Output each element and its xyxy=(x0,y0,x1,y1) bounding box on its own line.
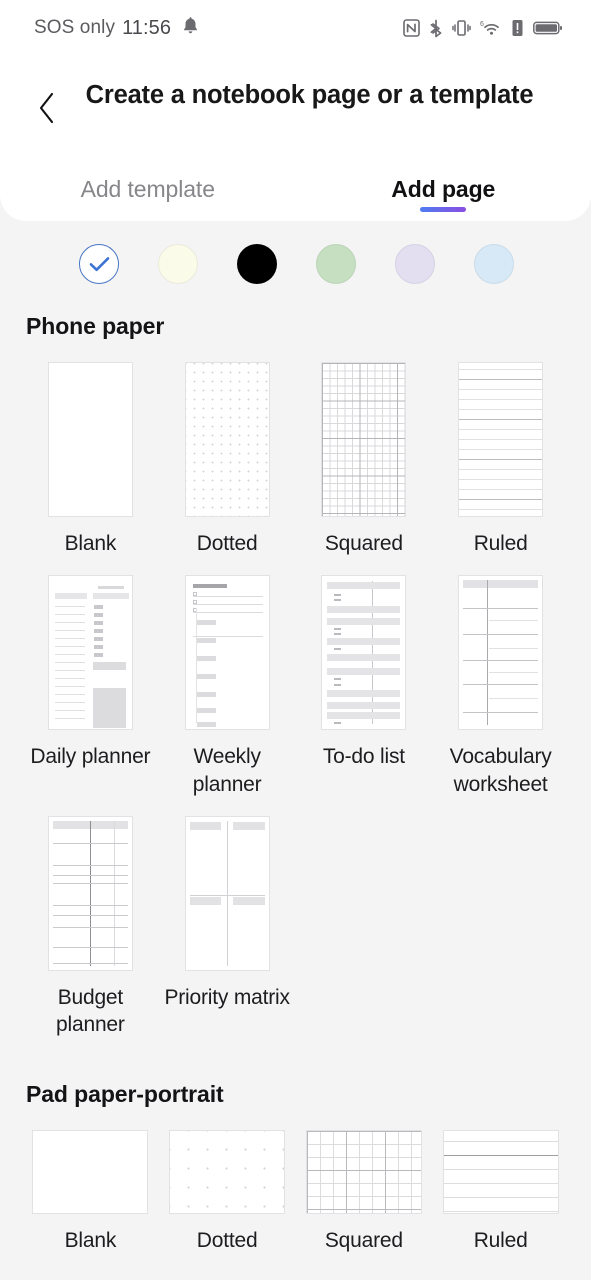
pad-template-item-squared[interactable]: Squared xyxy=(296,1130,433,1268)
carrier-label: SOS only xyxy=(34,17,116,38)
pad-template-thumbnail-blank xyxy=(32,1130,149,1215)
template-thumbnail-ruled xyxy=(458,362,544,517)
pad-template-label-ruled: Ruled xyxy=(473,1229,528,1253)
wifi-6-icon: 6 xyxy=(480,19,502,37)
template-thumbnail-dotted xyxy=(184,362,270,517)
template-item-blank[interactable]: Blank xyxy=(22,362,159,571)
template-label-weekly-planner: Weekly planner xyxy=(192,745,262,796)
color-swatch-green[interactable] xyxy=(316,244,356,284)
template-thumbnail-priority-matrix xyxy=(184,815,270,971)
color-swatch-black[interactable] xyxy=(237,244,277,284)
tab-add-page[interactable]: Add page xyxy=(296,170,591,221)
template-grid-pad-paper-portrait: Blank Dotted Squared Ruled xyxy=(0,1108,591,1268)
header-top-row: Create a notebook page or a template xyxy=(0,74,591,150)
pad-template-item-ruled[interactable]: Ruled xyxy=(432,1130,569,1268)
template-label-budget-planner: Budget planner xyxy=(56,985,125,1037)
color-swatch-light-blue[interactable] xyxy=(474,244,514,284)
section-title-pad-paper-portrait: Pad paper-portrait xyxy=(26,1081,224,1108)
header-card: Create a notebook page or a template Add… xyxy=(0,56,591,221)
section-title-phone-paper: Phone paper xyxy=(26,313,165,339)
color-swatch-row xyxy=(0,221,591,284)
vibrate-icon xyxy=(452,19,471,37)
pad-template-item-dotted[interactable]: Dotted xyxy=(159,1130,296,1268)
check-icon xyxy=(89,257,109,272)
tab-add-template[interactable]: Add template xyxy=(0,170,296,221)
template-item-budget-planner[interactable]: Budget planner xyxy=(22,815,159,1053)
template-label-ruled: Ruled xyxy=(473,532,528,555)
template-label-dotted: Dotted xyxy=(196,532,258,555)
alert-icon xyxy=(511,19,524,37)
color-swatch-cream[interactable] xyxy=(158,244,198,284)
template-label-squared: Squared xyxy=(324,532,403,555)
template-thumbnail-weekly-planner xyxy=(184,575,270,731)
template-item-dotted[interactable]: Dotted xyxy=(159,362,296,571)
template-label-daily-planner: Daily planner xyxy=(30,745,151,769)
content-scroll-area[interactable]: Phone paper Blank Dotted Squared Ruled D… xyxy=(0,221,591,1269)
pad-template-thumbnail-dotted xyxy=(169,1130,286,1215)
template-label-blank: Blank xyxy=(64,532,117,555)
template-item-squared[interactable]: Squared xyxy=(296,362,433,571)
pad-template-label-blank: Blank xyxy=(64,1229,117,1253)
bell-icon xyxy=(182,16,199,41)
page-title: Create a notebook page or a template xyxy=(85,81,534,109)
back-button[interactable] xyxy=(24,80,70,136)
bluetooth-icon xyxy=(429,19,443,38)
template-thumbnail-daily-planner xyxy=(47,575,133,731)
template-thumbnail-blank xyxy=(47,362,133,517)
template-item-weekly-planner[interactable]: Weekly planner xyxy=(159,575,296,812)
status-bar-right: 6 xyxy=(403,19,563,38)
template-item-todo-list[interactable]: To-do list xyxy=(296,575,433,812)
template-grid-phone-paper: Blank Dotted Squared Ruled Daily planner… xyxy=(0,340,591,1052)
color-swatch-lavender[interactable] xyxy=(395,244,435,284)
tab-add-template-label: Add template xyxy=(80,176,215,202)
template-item-priority-matrix[interactable]: Priority matrix xyxy=(159,815,296,1053)
template-label-vocabulary-worksheet: Vocabulary worksheet xyxy=(449,745,552,796)
template-thumbnail-vocabulary-worksheet xyxy=(458,575,544,731)
pad-template-thumbnail-ruled xyxy=(442,1130,559,1215)
clock-label: 11:56 xyxy=(122,16,172,39)
template-item-vocabulary-worksheet[interactable]: Vocabulary worksheet xyxy=(432,575,569,812)
battery-icon xyxy=(533,19,563,37)
template-thumbnail-squared xyxy=(321,362,407,517)
pad-template-thumbnail-squared xyxy=(305,1130,422,1215)
template-item-ruled[interactable]: Ruled xyxy=(432,362,569,571)
tab-add-page-label: Add page xyxy=(391,176,496,202)
nfc-icon xyxy=(403,19,420,37)
color-swatch-white[interactable] xyxy=(79,244,119,284)
template-thumbnail-todo-list xyxy=(321,575,407,731)
tab-bar: Add template Add page xyxy=(0,170,591,221)
template-label-todo-list: To-do list xyxy=(322,745,405,769)
chevron-left-icon xyxy=(39,92,54,124)
pad-template-label-dotted: Dotted xyxy=(196,1229,258,1253)
template-thumbnail-budget-planner xyxy=(47,815,133,971)
template-label-priority-matrix: Priority matrix xyxy=(164,985,290,1009)
status-bar-left: SOS only 11:56 xyxy=(34,16,199,41)
pad-template-item-blank[interactable]: Blank xyxy=(22,1130,159,1268)
status-bar: SOS only 11:56 6 xyxy=(0,0,591,56)
template-item-daily-planner[interactable]: Daily planner xyxy=(22,575,159,812)
active-tab-indicator xyxy=(420,207,467,212)
pad-template-label-squared: Squared xyxy=(324,1229,403,1253)
svg-text:6: 6 xyxy=(480,21,484,28)
